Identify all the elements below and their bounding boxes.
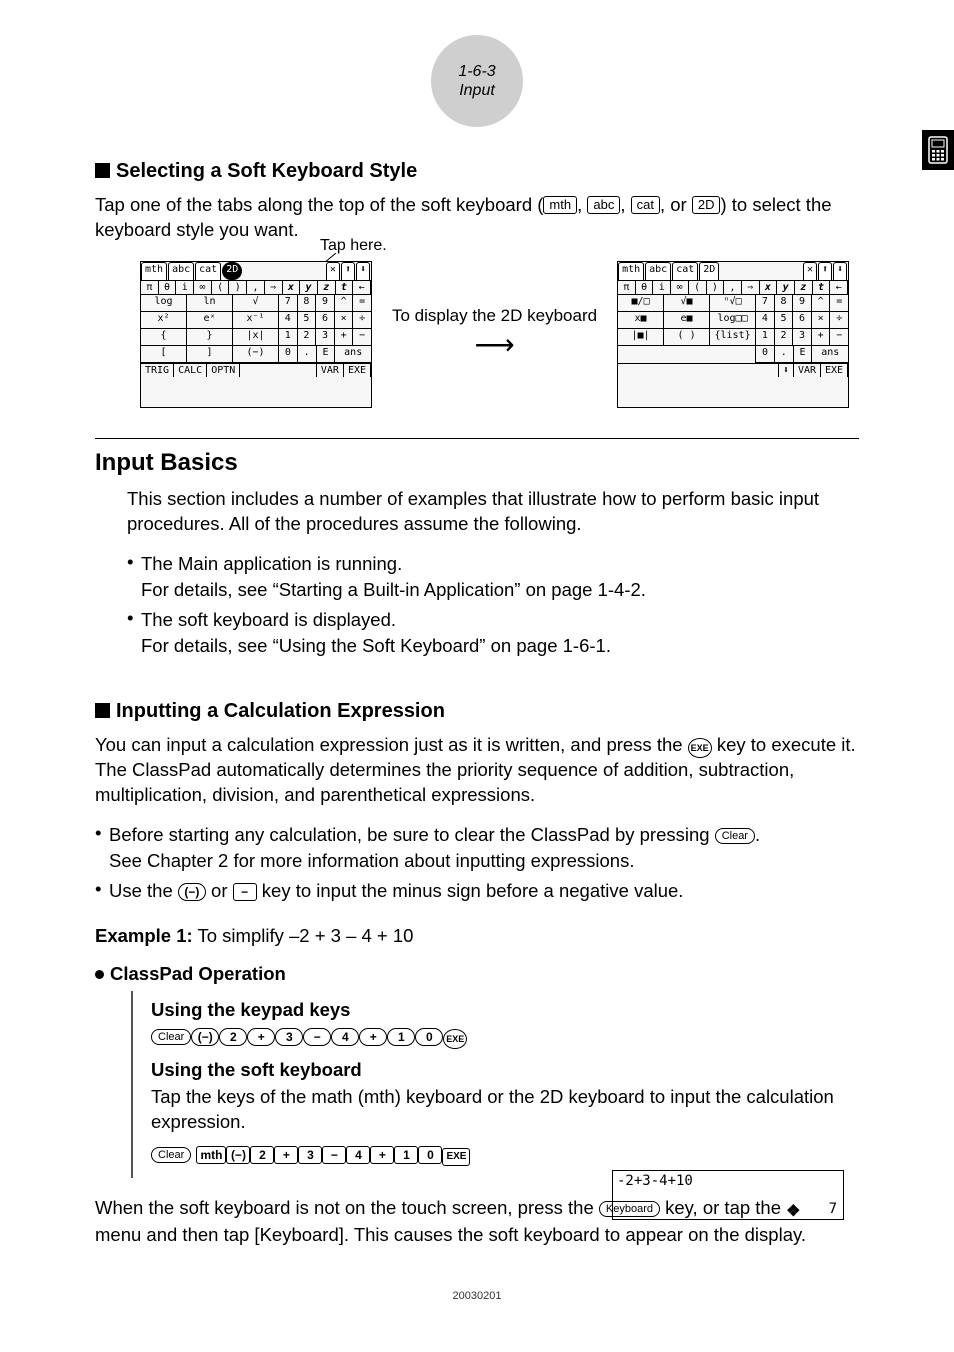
using-soft-keyboard-label: Using the soft keyboard [151,1059,859,1081]
using-soft-keyboard-text: Tap the keys of the math (mth) keyboard … [151,1085,859,1135]
footer-id: 20030201 [453,1290,502,1302]
page-header-badge: 1-6-3 Input [431,35,523,127]
bullet-square-icon [95,163,110,178]
bullet-list-assumptions: •The Main application is running.For det… [127,551,859,659]
clear-key-icon: Clear [715,828,755,844]
tab-2d: 2D [692,196,721,214]
bullet-list-notes: • Before starting any calculation, be su… [95,822,859,904]
header-line1: 1-6-3 [458,62,495,81]
manual-page: 1-6-3 Input Selecting a Soft Keyboard St… [0,0,954,1352]
example-line: Example 1: To simplify –2 + 3 – 4 + 10 [95,924,859,949]
tab-mth: mth [543,196,577,214]
neg-key-icon: (−) [178,883,206,901]
heading-selecting-style: Selecting a Soft Keyboard Style [95,160,859,183]
header-line2: Input [459,81,495,100]
tab-abc: abc [587,196,620,214]
heading-inputting-expression: Inputting a Calculation Expression [95,700,859,723]
side-tab-icon [922,130,954,170]
result-input: -2+3-4+10 [617,1173,693,1189]
keypad-sequence: Clear(−)2+3−4+10EXE [151,1025,859,1049]
minus-key-icon: − [233,883,257,901]
para-input-basics-intro: This section includes a number of exampl… [127,487,859,537]
kb-a-toprow: πθi∞(),⇒xyzt← [141,280,371,295]
figure-row: Tap here. mth abc cat 2D ✕ ⬆ ⬇ [140,261,859,408]
figure-arrow-label: To display the 2D keyboard ⟶ [392,305,597,363]
softkey-sequence: Clear mth(−)2+3−4+10EXE [151,1143,859,1166]
result-output: 7 [829,1201,837,1217]
divider [95,438,859,439]
using-keypad-label: Using the keypad keys [151,999,859,1021]
result-display: -2+3-4+10 7 [612,1170,844,1220]
exe-key-icon: EXE [688,738,712,758]
tab-cat: cat [631,196,660,214]
arrow-right-icon: ⟶ [392,327,597,363]
keyboard-mth-figure: mth abc cat 2D ✕ ⬆ ⬇ πθi∞(),⇒xyzt← [140,261,372,408]
keyboard-2d-figure: mth abc cat 2D ✕ ⬆ ⬇ πθi∞(),⇒xyzt← ■/□√■… [617,261,849,408]
bullet-square-icon [95,703,110,718]
para-select-style: Tap one of the tabs along the top of the… [95,193,859,243]
bullet-dot-icon [95,970,104,979]
operation-block: Using the keypad keys Clear(−)2+3−4+10EX… [131,991,859,1178]
classpad-operation-header: ClassPad Operation [95,963,859,985]
heading-input-basics: Input Basics [95,449,859,477]
para-input-expression: You can input a calculation expression j… [95,733,859,808]
